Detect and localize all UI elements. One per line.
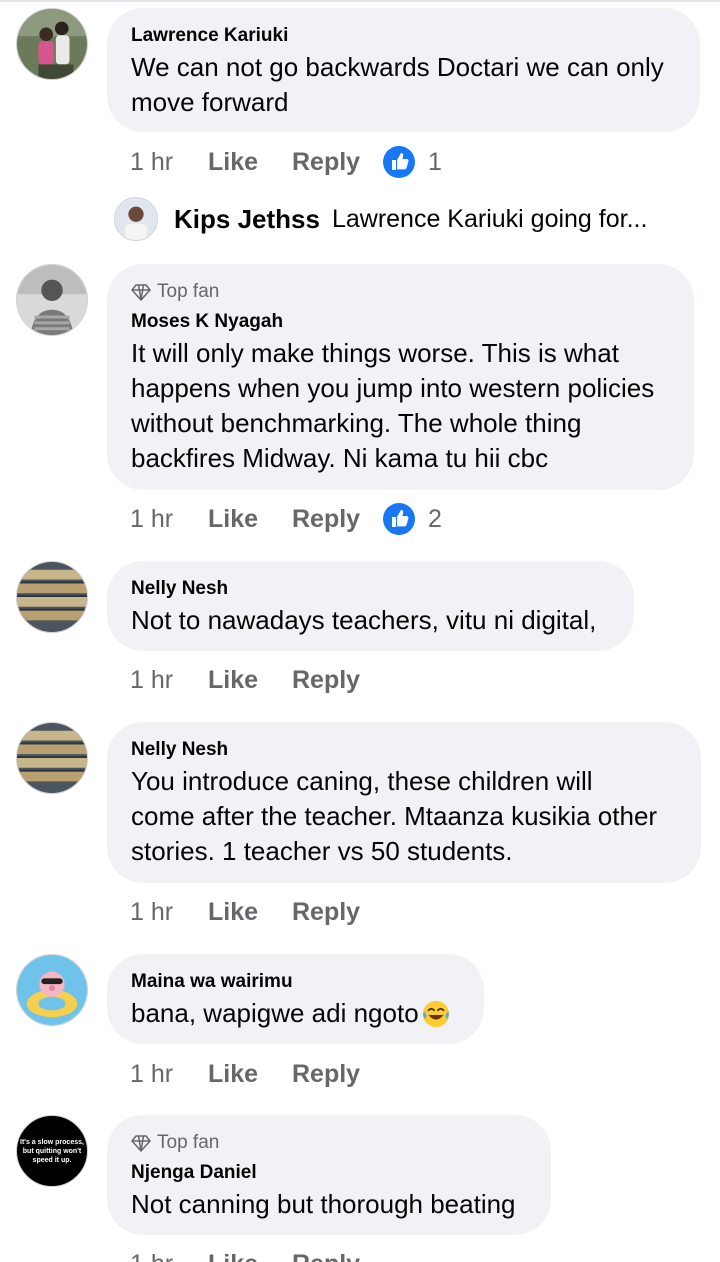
avatar[interactable] bbox=[16, 722, 88, 794]
comment-bubble: Nelly Nesh You introduce caning, these c… bbox=[107, 722, 701, 883]
comment-text-line: We can not go backwards Doctari we can o… bbox=[131, 52, 664, 82]
comment-timestamp[interactable]: 1 hr bbox=[130, 1250, 208, 1262]
top-fan-label: Top fan bbox=[157, 281, 220, 302]
comment-author[interactable]: Maina wa wairimu bbox=[131, 970, 460, 994]
reply-button[interactable]: Reply bbox=[292, 1060, 382, 1089]
comment-actions: 1 hr Like Reply bbox=[130, 662, 382, 698]
comment-text-line: happens when you jump into western polic… bbox=[131, 373, 655, 403]
comment-timestamp[interactable]: 1 hr bbox=[130, 505, 208, 534]
avatar[interactable]: It's a slow process, but quitting won't … bbox=[16, 1115, 88, 1187]
diamond-icon bbox=[131, 284, 151, 301]
comment-text-line: Not to nawadays teachers, vitu ni digita… bbox=[131, 605, 597, 635]
reaction-count: 1 bbox=[428, 147, 442, 176]
comment-bubble: Lawrence Kariuki We can not go backwards… bbox=[107, 8, 700, 132]
reply-button[interactable]: Reply bbox=[292, 148, 382, 177]
comment-bubble: Top fan Njenga Daniel Not canning but th… bbox=[107, 1115, 551, 1235]
comment-text-line: backfires Midway. Ni kama tu hii cbc bbox=[131, 443, 549, 473]
comment-text-line: stories. 1 teacher vs 50 students. bbox=[131, 836, 513, 866]
like-button[interactable]: Like bbox=[208, 1060, 292, 1089]
comment-author[interactable]: Nelly Nesh bbox=[131, 738, 677, 762]
thumbs-up-icon bbox=[383, 503, 415, 535]
avatar bbox=[114, 197, 158, 241]
avatar[interactable] bbox=[16, 561, 88, 633]
reply-button[interactable]: Reply bbox=[292, 505, 382, 534]
reply-preview[interactable]: Kips Jethss Lawrence Kariuki going for..… bbox=[114, 195, 647, 243]
top-fan-badge: Top fan bbox=[131, 1131, 527, 1155]
comment-text-line: Not canning but thorough beating bbox=[131, 1189, 516, 1219]
comment-text-line: come after the teacher. Mtaanza kusikia … bbox=[131, 801, 658, 831]
top-fan-badge: Top fan bbox=[131, 280, 670, 304]
avatar-quote: It's a slow process, but quitting won't … bbox=[20, 1138, 84, 1164]
comment-author[interactable]: Moses K Nyagah bbox=[131, 310, 670, 334]
reaction-summary[interactable]: 2 bbox=[382, 502, 442, 536]
reaction-count: 2 bbox=[428, 504, 442, 533]
comment-timestamp[interactable]: 1 hr bbox=[130, 1060, 208, 1089]
comment-author[interactable]: Nelly Nesh bbox=[131, 577, 610, 601]
top-divider bbox=[0, 0, 720, 2]
comment-text-line: without benchmarking. The whole thing bbox=[131, 408, 582, 438]
like-button[interactable]: Like bbox=[208, 898, 292, 927]
like-button[interactable]: Like bbox=[208, 666, 292, 695]
comment-timestamp[interactable]: 1 hr bbox=[130, 898, 208, 927]
top-fan-label: Top fan bbox=[157, 1132, 220, 1153]
comment-author[interactable]: Lawrence Kariuki bbox=[131, 24, 676, 48]
comment-actions: 1 hr Like Reply 2 bbox=[130, 501, 442, 537]
comment-text-line: bana, wapigwe adi ngoto bbox=[131, 998, 419, 1028]
comment-text-line: You introduce caning, these children wil… bbox=[131, 766, 593, 796]
comment-timestamp[interactable]: 1 hr bbox=[130, 666, 208, 695]
reply-button[interactable]: Reply bbox=[292, 666, 382, 695]
comment-text-line: move forward bbox=[131, 87, 289, 117]
reaction-summary[interactable]: 1 bbox=[382, 145, 442, 179]
reply-button[interactable]: Reply bbox=[292, 1250, 382, 1262]
reply-text: Lawrence Kariuki going for... bbox=[331, 204, 648, 233]
reply-button[interactable]: Reply bbox=[292, 898, 382, 927]
comment-actions: 1 hr Like Reply bbox=[130, 1246, 382, 1262]
comment-text: bana, wapigwe adi ngoto bbox=[131, 996, 460, 1031]
avatar[interactable] bbox=[16, 8, 88, 80]
comment-text-line: It will only make things worse. This is … bbox=[131, 338, 619, 368]
diamond-icon bbox=[131, 1135, 151, 1152]
like-button[interactable]: Like bbox=[208, 1250, 292, 1262]
comment-timestamp[interactable]: 1 hr bbox=[130, 148, 208, 177]
avatar[interactable] bbox=[16, 954, 88, 1026]
avatar[interactable] bbox=[16, 264, 88, 336]
comment-actions: 1 hr Like Reply 1 bbox=[130, 144, 442, 180]
tears-of-joy-emoji-icon bbox=[422, 1000, 449, 1027]
thumbs-up-icon bbox=[383, 146, 415, 178]
comment-bubble: Maina wa wairimu bana, wapigwe adi ngoto bbox=[107, 954, 484, 1044]
comment-actions: 1 hr Like Reply bbox=[130, 1056, 382, 1092]
comment-bubble: Nelly Nesh Not to nawadays teachers, vit… bbox=[107, 561, 634, 651]
like-button[interactable]: Like bbox=[208, 505, 292, 534]
comment-actions: 1 hr Like Reply bbox=[130, 894, 382, 930]
comment-author[interactable]: Njenga Daniel bbox=[131, 1161, 527, 1185]
like-button[interactable]: Like bbox=[208, 148, 292, 177]
reply-author[interactable]: Kips Jethss bbox=[174, 204, 320, 235]
comment-bubble: Top fan Moses K Nyagah It will only make… bbox=[107, 264, 694, 490]
